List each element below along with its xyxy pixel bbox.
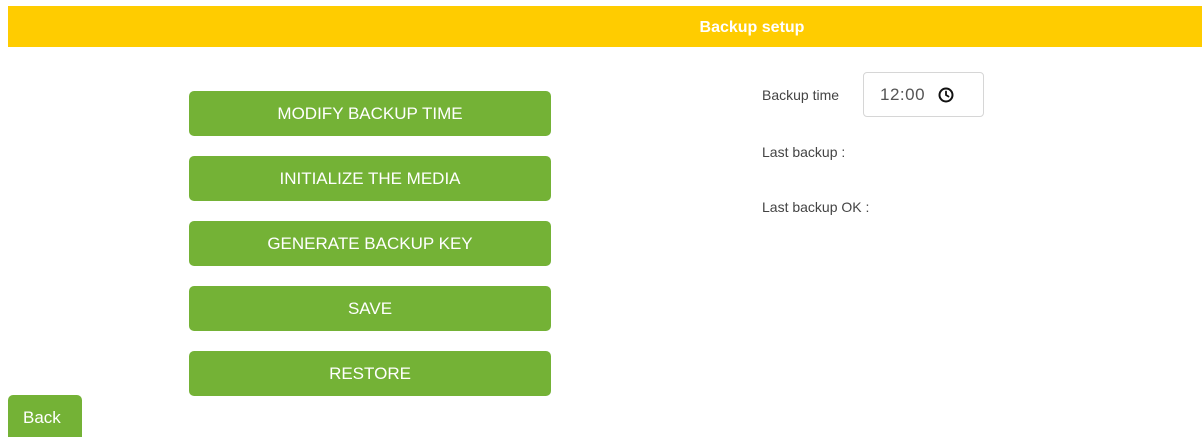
initialize-media-button[interactable]: INITIALIZE THE MEDIA (189, 156, 551, 201)
backup-time-value[interactable]: 12:00 (880, 85, 925, 105)
backup-setup-page: Backup setup MODIFY BACKUP TIME INITIALI… (0, 0, 1202, 437)
header-bar: Backup setup (8, 6, 1202, 47)
save-button[interactable]: SAVE (189, 286, 551, 331)
last-backup-ok-label: Last backup OK : (762, 199, 870, 215)
generate-backup-key-button[interactable]: GENERATE BACKUP KEY (189, 221, 551, 266)
backup-actions: MODIFY BACKUP TIME INITIALIZE THE MEDIA … (189, 91, 551, 416)
backup-time-input[interactable]: 12:00 (863, 72, 984, 117)
page-title: Backup setup (699, 19, 805, 36)
clock-icon[interactable] (937, 86, 955, 104)
backup-time-row: Backup time 12:00 (762, 72, 1162, 118)
modify-backup-time-button[interactable]: MODIFY BACKUP TIME (189, 91, 551, 136)
backup-time-label: Backup time (762, 87, 840, 103)
back-button[interactable]: Back (8, 395, 82, 437)
last-backup-label: Last backup : (762, 144, 846, 160)
restore-button[interactable]: RESTORE (189, 351, 551, 396)
backup-info-panel: Backup time 12:00 Last backup : Last bac… (762, 72, 1162, 215)
